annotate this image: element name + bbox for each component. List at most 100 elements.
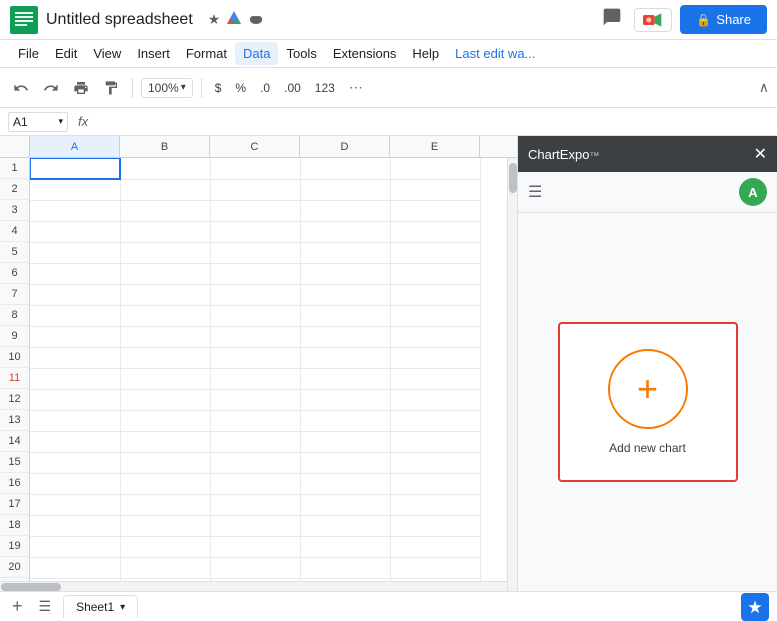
cell[interactable] <box>210 158 300 179</box>
cell[interactable] <box>120 200 210 221</box>
cell[interactable] <box>210 368 300 389</box>
cell[interactable] <box>300 221 390 242</box>
cell[interactable] <box>30 158 120 179</box>
menu-help[interactable]: Help <box>404 42 447 65</box>
cell[interactable] <box>300 179 390 200</box>
cell[interactable] <box>300 473 390 494</box>
cell[interactable] <box>120 221 210 242</box>
col-header-E[interactable]: E <box>390 136 480 157</box>
horizontal-scrollbar[interactable] <box>0 581 507 591</box>
cell[interactable] <box>30 200 120 221</box>
cell[interactable] <box>210 557 300 578</box>
cell[interactable] <box>210 221 300 242</box>
currency-button[interactable]: $ <box>210 78 227 98</box>
col-header-C[interactable]: C <box>210 136 300 157</box>
menu-tools[interactable]: Tools <box>278 42 324 65</box>
cell[interactable] <box>210 515 300 536</box>
zoom-control[interactable]: 100% ▾ <box>141 78 193 98</box>
menu-data[interactable]: Data <box>235 42 278 65</box>
col-header-B[interactable]: B <box>120 136 210 157</box>
v-scroll-thumb[interactable] <box>509 163 517 193</box>
cell[interactable] <box>390 242 480 263</box>
cell[interactable] <box>120 368 210 389</box>
cell[interactable] <box>210 536 300 557</box>
cell[interactable] <box>210 200 300 221</box>
cell[interactable] <box>120 158 210 179</box>
cell[interactable] <box>120 347 210 368</box>
cell[interactable] <box>30 473 120 494</box>
num-format-button[interactable]: 123 <box>310 78 340 98</box>
cell[interactable] <box>120 431 210 452</box>
cell[interactable] <box>210 242 300 263</box>
cell[interactable] <box>120 494 210 515</box>
cell[interactable] <box>210 263 300 284</box>
cell[interactable] <box>30 221 120 242</box>
explore-button[interactable] <box>741 593 769 621</box>
cell-reference[interactable]: A1 ▾ <box>8 112 68 132</box>
cell[interactable] <box>390 410 480 431</box>
dec-decimals-button[interactable]: .0 <box>255 78 275 98</box>
cell[interactable] <box>120 536 210 557</box>
cell[interactable] <box>390 263 480 284</box>
redo-button[interactable] <box>38 76 64 100</box>
cell[interactable] <box>390 179 480 200</box>
cell[interactable] <box>300 284 390 305</box>
cell[interactable] <box>390 431 480 452</box>
cell[interactable] <box>300 557 390 578</box>
cell[interactable] <box>30 410 120 431</box>
cell[interactable] <box>390 389 480 410</box>
sheets-menu-button[interactable]: ☰ <box>35 596 56 617</box>
cell[interactable] <box>390 158 480 179</box>
cell[interactable] <box>390 452 480 473</box>
cell[interactable] <box>300 326 390 347</box>
menu-insert[interactable]: Insert <box>129 42 178 65</box>
cell[interactable] <box>300 410 390 431</box>
col-header-A[interactable]: A <box>30 136 120 157</box>
cell[interactable] <box>300 200 390 221</box>
cell[interactable] <box>30 431 120 452</box>
cell[interactable] <box>300 515 390 536</box>
cell[interactable] <box>390 305 480 326</box>
vertical-scrollbar[interactable] <box>507 158 517 591</box>
drive-icon[interactable] <box>226 10 242 29</box>
menu-format[interactable]: Format <box>178 42 235 65</box>
cell[interactable] <box>300 536 390 557</box>
paint-format-button[interactable] <box>98 76 124 100</box>
cell[interactable] <box>210 179 300 200</box>
cell[interactable] <box>120 242 210 263</box>
cell[interactable] <box>120 179 210 200</box>
hamburger-icon[interactable]: ☰ <box>528 182 542 202</box>
cell[interactable] <box>210 494 300 515</box>
menu-extensions[interactable]: Extensions <box>325 42 405 65</box>
cell[interactable] <box>390 347 480 368</box>
cell[interactable] <box>210 284 300 305</box>
meet-button[interactable] <box>634 8 672 32</box>
cell[interactable] <box>300 242 390 263</box>
cell[interactable] <box>30 368 120 389</box>
cell[interactable] <box>300 368 390 389</box>
formula-input[interactable] <box>98 114 769 129</box>
collapse-toolbar-button[interactable]: ∧ <box>759 79 769 96</box>
undo-button[interactable] <box>8 76 34 100</box>
cell[interactable] <box>30 515 120 536</box>
cell[interactable] <box>120 263 210 284</box>
cell[interactable] <box>210 431 300 452</box>
sheet-tab-dropdown[interactable]: ▾ <box>120 602 125 613</box>
cell[interactable] <box>300 431 390 452</box>
cell[interactable] <box>390 515 480 536</box>
cell[interactable] <box>210 452 300 473</box>
add-sheet-button[interactable]: + <box>8 594 27 619</box>
cell[interactable] <box>30 389 120 410</box>
cell[interactable] <box>30 494 120 515</box>
sheet-tab-sheet1[interactable]: Sheet1 ▾ <box>63 595 138 618</box>
last-edit-link[interactable]: Last edit wa... <box>447 42 543 65</box>
panel-close-button[interactable]: ✕ <box>754 144 767 164</box>
menu-file[interactable]: File <box>10 42 47 65</box>
cell[interactable] <box>210 326 300 347</box>
menu-edit[interactable]: Edit <box>47 42 85 65</box>
cell[interactable] <box>390 284 480 305</box>
cell[interactable] <box>30 326 120 347</box>
cell[interactable] <box>390 326 480 347</box>
h-scroll-thumb[interactable] <box>1 583 61 591</box>
comment-button[interactable] <box>598 3 626 36</box>
